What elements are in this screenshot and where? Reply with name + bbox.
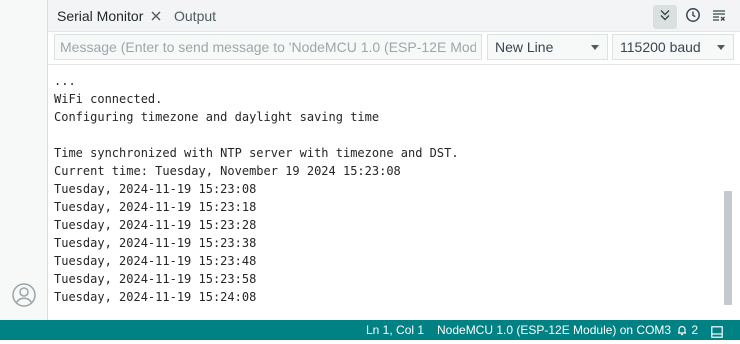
output-line: Tuesday, 2024-11-19 15:23:18 bbox=[54, 200, 257, 214]
baud-rate-select[interactable]: 115200 baud bbox=[612, 34, 734, 60]
chevron-down-icon bbox=[717, 45, 725, 50]
output-line: WiFi connected. bbox=[54, 92, 163, 106]
account-icon[interactable] bbox=[12, 283, 36, 307]
output-line: Configuring timezone and daylight saving… bbox=[54, 110, 380, 124]
output-line: Tuesday, 2024-11-19 15:23:58 bbox=[54, 272, 257, 286]
tab-output[interactable]: Output bbox=[174, 0, 216, 32]
close-icon[interactable] bbox=[149, 2, 163, 21]
clock-icon bbox=[685, 7, 701, 28]
baud-rate-value: 115200 baud bbox=[620, 39, 701, 55]
tab-serial-monitor-label: Serial Monitor bbox=[57, 8, 144, 24]
board-port-info[interactable]: NodeMCU 1.0 (ESP-12E Module) on COM3 bbox=[437, 320, 671, 340]
line-ending-select[interactable]: New Line bbox=[487, 34, 608, 60]
tab-serial-monitor[interactable]: Serial Monitor bbox=[57, 0, 163, 32]
line-ending-value: New Line bbox=[495, 39, 554, 55]
message-input[interactable] bbox=[54, 34, 482, 60]
output-line: Tuesday, 2024-11-19 15:23:48 bbox=[54, 254, 257, 268]
serial-input-row: New Line 115200 baud bbox=[48, 32, 740, 64]
chevrons-down-icon bbox=[658, 8, 672, 27]
panel-tab-bar: Serial Monitor Output bbox=[48, 0, 740, 32]
output-line: Tuesday, 2024-11-19 15:23:38 bbox=[54, 236, 257, 250]
toggle-timestamp-button[interactable] bbox=[681, 5, 705, 29]
output-line: ... bbox=[54, 74, 76, 88]
output-line: Tuesday, 2024-11-19 15:23:08 bbox=[54, 182, 257, 196]
serial-output[interactable]: ... WiFi connected. Configuring timezone… bbox=[48, 64, 740, 320]
toggle-panel-icon[interactable] bbox=[711, 324, 723, 344]
tab-output-label: Output bbox=[174, 8, 217, 24]
vertical-scrollbar-thumb[interactable] bbox=[724, 191, 732, 305]
bell-icon bbox=[676, 322, 688, 342]
output-line: Current time: Tuesday, November 19 2024 … bbox=[54, 164, 401, 178]
status-bar: Ln 1, Col 1 NodeMCU 1.0 (ESP-12E Module)… bbox=[0, 320, 740, 340]
notification-count: 2 bbox=[691, 323, 699, 337]
notifications[interactable]: 2 bbox=[676, 320, 698, 342]
clear-output-icon bbox=[711, 7, 727, 28]
activity-sidebar bbox=[0, 0, 48, 320]
output-line: Tuesday, 2024-11-19 15:24:08 bbox=[54, 290, 257, 304]
cursor-position[interactable]: Ln 1, Col 1 bbox=[366, 320, 424, 340]
output-line: Time synchronized with NTP server with t… bbox=[54, 146, 459, 160]
toggle-autoscroll-button[interactable] bbox=[653, 5, 677, 29]
chevron-down-icon bbox=[591, 45, 599, 50]
output-line: Tuesday, 2024-11-19 15:23:28 bbox=[54, 218, 257, 232]
clear-output-button[interactable] bbox=[707, 5, 731, 29]
